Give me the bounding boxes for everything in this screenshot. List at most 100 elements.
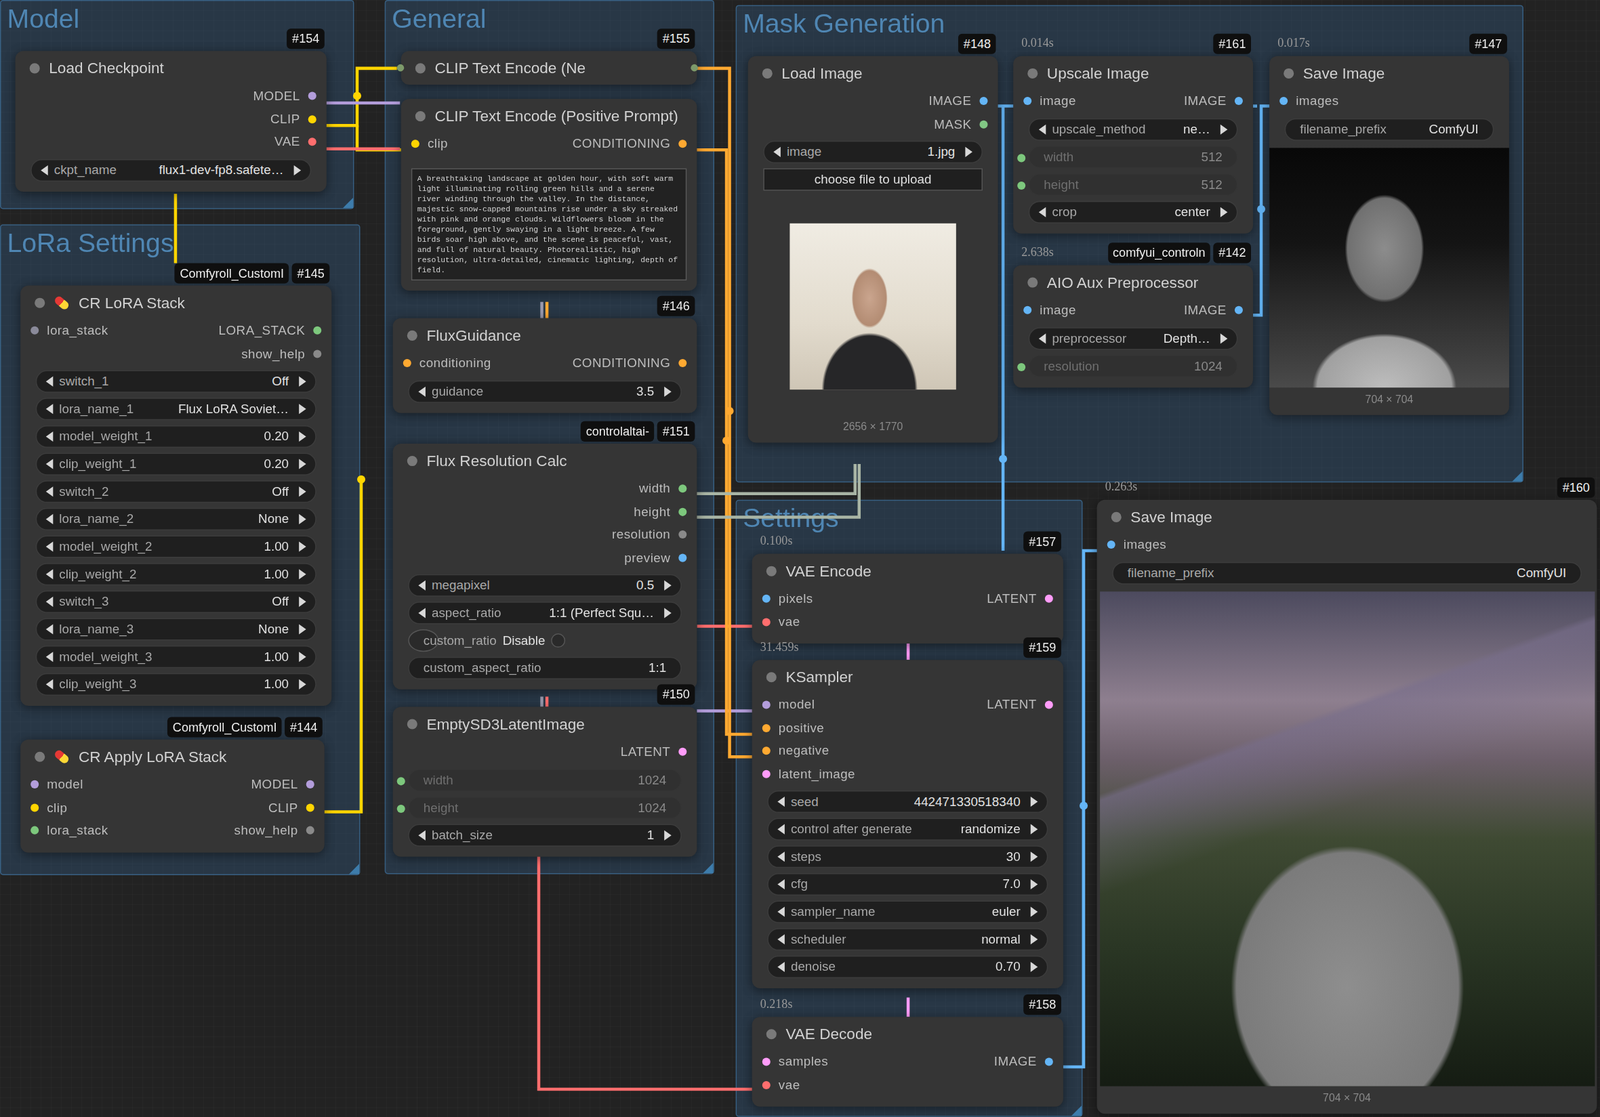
decrement-arrow-icon[interactable] [777, 962, 785, 973]
increment-arrow-icon[interactable] [1220, 124, 1228, 135]
increment-arrow-icon[interactable] [1030, 879, 1039, 890]
decrement-arrow-icon[interactable] [418, 607, 426, 619]
group-title[interactable]: LoRa Settings [7, 226, 175, 259]
output-dot-icon[interactable] [1044, 595, 1054, 604]
decrement-arrow-icon[interactable] [418, 830, 426, 841]
node-title-bar[interactable]: VAE Decode [752, 1017, 1064, 1052]
input-dot-icon[interactable] [1279, 96, 1288, 106]
input-dot-icon[interactable] [762, 724, 771, 733]
node[interactable]: Comfyroll_CustomI #144 CR Apply LoRA Sta… [20, 740, 325, 853]
decrement-arrow-icon[interactable] [46, 514, 54, 525]
decrement-arrow-icon[interactable] [1038, 206, 1047, 217]
increment-arrow-icon[interactable] [298, 459, 307, 470]
decrement-arrow-icon[interactable] [777, 879, 785, 890]
output-slot[interactable]: LORA_STACK [218, 323, 333, 339]
collapse-dot-icon[interactable] [1283, 67, 1294, 78]
input-slot[interactable]: pixels [752, 592, 814, 607]
link[interactable] [316, 101, 400, 106]
decrement-arrow-icon[interactable] [777, 934, 785, 945]
output-slot[interactable]: show_help [234, 823, 325, 838]
input-slot[interactable]: lora_stack [20, 323, 108, 339]
output-slot[interactable]: show_help [241, 346, 332, 362]
collapse-dot-icon[interactable] [29, 63, 40, 74]
output-dot-icon[interactable] [306, 780, 315, 789]
input-dot-icon[interactable] [1107, 540, 1116, 549]
output-slot[interactable]: IMAGE [928, 94, 998, 109]
collapse-dot-icon[interactable] [766, 1028, 777, 1039]
input-dot-icon[interactable] [30, 826, 39, 835]
collapse-dot-icon[interactable] [766, 672, 777, 683]
increment-arrow-icon[interactable] [294, 164, 302, 175]
link[interactable] [540, 302, 544, 319]
node-title-bar[interactable]: Save Image [1269, 56, 1510, 91]
node-title-bar[interactable]: Load Checkpoint [15, 50, 327, 85]
collapse-dot-icon[interactable] [34, 297, 45, 308]
input-dot-icon[interactable] [762, 618, 771, 627]
node[interactable]: 0.218s #158 VAE Decode samples IMAGE vae [752, 1017, 1064, 1108]
decrement-arrow-icon[interactable] [46, 459, 54, 470]
input-slot[interactable]: image [1013, 94, 1077, 109]
input-dot-icon[interactable] [1023, 306, 1032, 315]
node-title-bar[interactable]: CR LoRA Stack [20, 285, 332, 320]
decrement-arrow-icon[interactable] [777, 907, 785, 918]
link-midpoint[interactable] [353, 92, 362, 101]
output-dot-icon[interactable] [308, 115, 317, 124]
group-title[interactable]: Mask Generation [742, 7, 945, 40]
input-dot-icon[interactable] [403, 359, 412, 368]
increment-arrow-icon[interactable] [298, 679, 307, 690]
output-dot-icon[interactable] [1234, 96, 1243, 106]
widget[interactable]: clip_weight_3 1.00 [35, 673, 317, 696]
input-slot[interactable]: vae [752, 615, 801, 630]
input-slot[interactable]: images [1097, 538, 1167, 553]
increment-arrow-icon[interactable] [298, 431, 307, 442]
group-title[interactable]: Model [7, 2, 80, 35]
link[interactable] [538, 855, 763, 1090]
widget[interactable]: filename_prefix ComfyUI [1112, 561, 1582, 585]
output-slot[interactable]: resolution [611, 527, 697, 543]
output-dot-icon[interactable] [678, 507, 687, 516]
input-dot-icon[interactable] [762, 1058, 771, 1067]
input-slot[interactable]: image [1013, 303, 1077, 318]
node[interactable]: #155 CLIP Text Encode (Ne [401, 50, 698, 85]
node[interactable]: CLIP Text Encode (Positive Prompt) clip … [401, 98, 698, 292]
widget[interactable]: denoise 0.70 [767, 956, 1048, 979]
image-preview[interactable] [1269, 147, 1510, 388]
node-title-bar[interactable]: AIO Aux Preprocessor [1013, 264, 1254, 299]
output-slot[interactable]: IMAGE [1183, 94, 1254, 109]
resize-handle-icon[interactable] [342, 197, 354, 209]
increment-arrow-icon[interactable] [298, 403, 307, 415]
widget[interactable]: seed 442471330518340 [767, 790, 1048, 814]
collapse-dot-icon[interactable] [407, 330, 418, 341]
link-midpoint[interactable] [1257, 205, 1266, 214]
increment-arrow-icon[interactable] [298, 542, 307, 553]
increment-arrow-icon[interactable] [664, 607, 672, 619]
increment-arrow-icon[interactable] [1030, 907, 1039, 918]
output-slot[interactable]: CLIP [268, 801, 325, 816]
node[interactable]: controlaltai- #151 Flux Resolution Calc … [393, 443, 698, 690]
widget-input-dot-icon[interactable] [1017, 180, 1026, 190]
increment-arrow-icon[interactable] [298, 624, 307, 635]
input-slot-icon[interactable] [397, 64, 405, 72]
input-dot-icon[interactable] [30, 780, 39, 789]
group-title[interactable]: Settings [742, 502, 839, 535]
node-title-bar[interactable]: CR Apply LoRA Stack [20, 740, 325, 774]
input-slot[interactable]: clip [20, 801, 68, 816]
output-slot[interactable]: MASK [933, 117, 998, 132]
input-slot[interactable]: lora_stack [20, 823, 108, 838]
input-slot[interactable]: clip [401, 136, 448, 152]
output-slot[interactable]: CLIP [270, 111, 327, 127]
node[interactable]: 0.017s #147 Save Image images filename_p… [1269, 56, 1510, 415]
graph-canvas[interactable]: Model LoRa Settings General Mask Generat… [0, 0, 1600, 1117]
increment-arrow-icon[interactable] [664, 386, 672, 397]
collapse-dot-icon[interactable] [34, 751, 45, 762]
resize-handle-icon[interactable] [1511, 471, 1523, 482]
decrement-arrow-icon[interactable] [777, 851, 785, 863]
decrement-arrow-icon[interactable] [46, 431, 54, 442]
output-dot-icon[interactable] [678, 140, 687, 149]
output-slot[interactable]: LATENT [620, 745, 698, 760]
widget[interactable]: model_weight_2 1.00 [35, 535, 317, 558]
decrement-arrow-icon[interactable] [1038, 124, 1047, 135]
upload-button[interactable]: choose file to upload [763, 168, 983, 191]
widget[interactable]: aspect_ratio 1:1 (Perfect Squ… [407, 601, 682, 625]
link-midpoint[interactable] [357, 475, 366, 484]
